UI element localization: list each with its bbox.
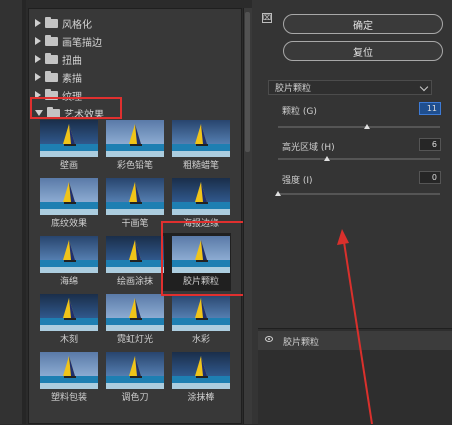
arrow-shaft <box>343 241 373 424</box>
annotation-arrow <box>337 229 373 424</box>
arrowhead <box>337 229 349 245</box>
